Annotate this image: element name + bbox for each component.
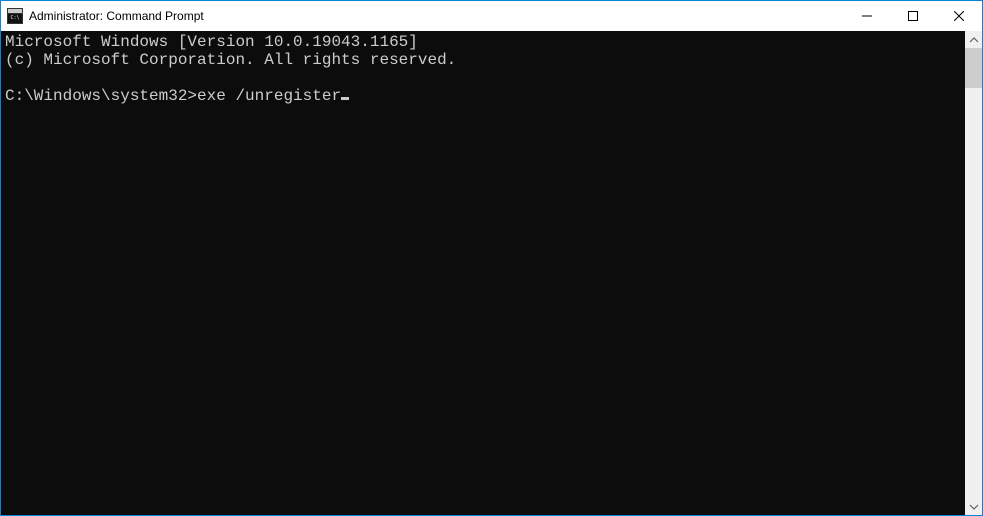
vertical-scrollbar[interactable]: [965, 31, 982, 515]
window-title: Administrator: Command Prompt: [29, 9, 204, 23]
console-command: exe /unregister: [197, 87, 341, 105]
console-line: Microsoft Windows [Version 10.0.19043.11…: [5, 33, 418, 51]
window: C:\ Administrator: Command Prompt Micros…: [0, 0, 983, 516]
titlebar[interactable]: C:\ Administrator: Command Prompt: [1, 1, 982, 31]
scroll-track[interactable]: [965, 48, 982, 498]
scroll-down-button[interactable]: [965, 498, 982, 515]
scroll-up-button[interactable]: [965, 31, 982, 48]
window-controls: [844, 1, 982, 31]
text-cursor: [341, 97, 349, 100]
titlebar-left: C:\ Administrator: Command Prompt: [1, 1, 844, 31]
cmd-icon: C:\: [7, 8, 23, 24]
close-button[interactable]: [936, 1, 982, 31]
console-output[interactable]: Microsoft Windows [Version 10.0.19043.11…: [1, 31, 965, 515]
console-prompt: C:\Windows\system32>: [5, 87, 197, 105]
maximize-button[interactable]: [890, 1, 936, 31]
scroll-thumb[interactable]: [965, 48, 982, 88]
console-area: Microsoft Windows [Version 10.0.19043.11…: [1, 31, 982, 515]
minimize-button[interactable]: [844, 1, 890, 31]
console-line: (c) Microsoft Corporation. All rights re…: [5, 51, 456, 69]
